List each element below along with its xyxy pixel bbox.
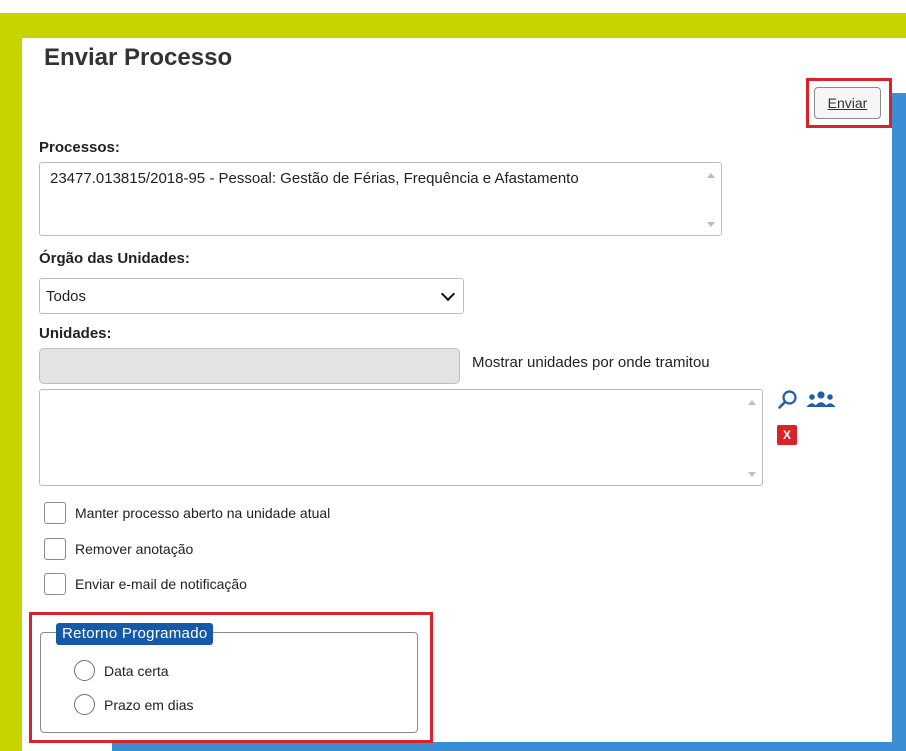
- frame-left-band: [0, 13, 22, 751]
- frame-bottom-band: [112, 742, 906, 751]
- orgao-label: Órgão das Unidades:: [39, 250, 190, 267]
- send-email-checkbox[interactable]: [44, 573, 66, 595]
- show-units-link[interactable]: Mostrar unidades por onde tramitou: [472, 354, 710, 371]
- processo-item: 23477.013815/2018-95 - Pessoal: Gestão d…: [50, 170, 579, 187]
- send-button[interactable]: Enviar: [814, 87, 881, 119]
- remove-annotation-checkbox[interactable]: [44, 538, 66, 560]
- remove-annotation-label: Remover anotação: [75, 541, 194, 557]
- search-icon[interactable]: [777, 389, 799, 411]
- chevron-down-icon: [440, 286, 456, 302]
- keep-open-checkbox[interactable]: [44, 502, 66, 524]
- orgao-selected-value: Todos: [46, 288, 87, 305]
- processos-label: Processos:: [39, 139, 120, 156]
- scroll-up-arrow[interactable]: [748, 400, 756, 405]
- frame-right-band: [892, 93, 906, 751]
- keep-open-label: Manter processo aberto na unidade atual: [75, 505, 331, 521]
- frame-top-band: [0, 13, 906, 38]
- unidades-list[interactable]: [39, 389, 763, 486]
- send-email-label: Enviar e-mail de notificação: [75, 576, 247, 592]
- processos-list[interactable]: 23477.013815/2018-95 - Pessoal: Gestão d…: [39, 162, 722, 236]
- scroll-up-arrow[interactable]: [707, 173, 715, 178]
- prazo-em-dias-label: Prazo em dias: [104, 697, 194, 713]
- scroll-down-arrow[interactable]: [707, 222, 715, 227]
- prazo-em-dias-radio[interactable]: [74, 694, 95, 715]
- users-group-icon[interactable]: [805, 390, 837, 410]
- data-certa-radio[interactable]: [74, 660, 95, 681]
- retorno-fieldset: [40, 632, 418, 733]
- remove-x-icon[interactable]: X: [777, 425, 797, 445]
- retorno-legend: Retorno Programado: [56, 623, 214, 645]
- orgao-select[interactable]: Todos: [39, 278, 464, 314]
- unidades-input[interactable]: [39, 348, 460, 384]
- data-certa-label: Data certa: [104, 663, 169, 679]
- page-title: Enviar Processo: [44, 44, 233, 71]
- unidades-label: Unidades:: [39, 325, 112, 342]
- scroll-down-arrow[interactable]: [748, 472, 756, 477]
